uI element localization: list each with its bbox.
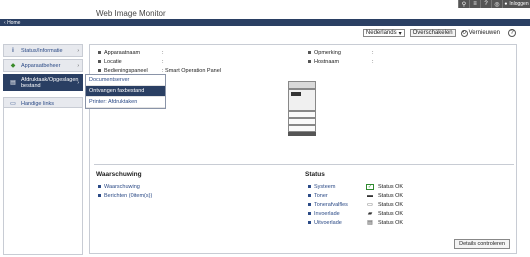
sidebar-item-print-job[interactable]: ▤ Afdruktaak/Opgeslagen bestand › <box>3 74 83 91</box>
info-row: Opmerking : <box>308 48 374 57</box>
bullet-icon <box>98 51 101 54</box>
bullet-icon <box>98 185 101 188</box>
status-link-output-tray[interactable]: Uitvoerlade <box>308 220 366 226</box>
status-list: Systeem ✓ Status OK Toner ▬ Status OK To… <box>308 182 403 227</box>
info-row: Apparaatnaam : <box>98 48 221 57</box>
status-value: Status OK <box>378 219 404 226</box>
details-button[interactable]: Details controleren <box>454 239 510 249</box>
help-icon[interactable]: ? <box>480 0 491 8</box>
status-row: Systeem ✓ Status OK <box>308 182 403 191</box>
messages-link[interactable]: Berichten (0item(s)) <box>98 191 152 200</box>
status-title: Status <box>305 171 325 178</box>
bullet-icon <box>98 194 101 197</box>
warning-title: Waarschuwing <box>96 171 142 178</box>
breadcrumb: ‹ Home <box>0 19 530 26</box>
section-divider <box>94 164 514 165</box>
status-value: Status OK <box>378 201 404 208</box>
status-row: Invoerlade ▰ Status OK <box>308 209 403 218</box>
device-info-right: Opmerking : Hostnaam : <box>308 48 374 66</box>
output-tray-icon: ▤ <box>367 220 373 226</box>
waste-toner-icon: ▭ <box>367 202 373 208</box>
help-circle-icon[interactable]: ? <box>508 29 516 37</box>
switch-button[interactable]: Overschakelen <box>409 29 456 37</box>
input-tray-icon: ▰ <box>367 211 373 217</box>
login-label: Inloggen <box>509 1 529 7</box>
status-link-input-tray[interactable]: Invoerlade <box>308 211 366 217</box>
status-value: Status OK <box>378 210 404 217</box>
chevron-down-icon: ▾ <box>398 30 402 37</box>
status-link-toner[interactable]: Toner <box>308 193 366 199</box>
printer-image <box>288 81 316 137</box>
submenu-item-document-server[interactable]: Documentserver <box>86 75 165 86</box>
info-row: Locatie : <box>98 57 221 66</box>
status-value: Status OK <box>378 183 404 190</box>
toner-icon: ▬ <box>367 192 373 199</box>
status-row: Uitvoerlade ▤ Status OK <box>308 218 403 227</box>
print-job-icon: ▤ <box>10 80 16 86</box>
bullet-icon <box>98 69 101 72</box>
sidebar-item-label: Afdruktaak/Opgeslagen bestand <box>21 76 79 89</box>
language-icon[interactable]: ◎ <box>491 0 502 8</box>
toolbar-icons: ⚲ ≡ ? ◎ ● Inloggen <box>458 0 530 8</box>
chevron-right-icon: › <box>77 62 79 69</box>
print-job-submenu: Documentserver Ontvangen faxbestand Prin… <box>85 74 166 109</box>
chevron-right-icon: › <box>77 47 79 54</box>
sidebar-item-label: Handige links <box>21 100 55 107</box>
info-icon: i <box>12 47 14 54</box>
bullet-icon <box>308 51 311 54</box>
user-icon: ● <box>504 1 508 7</box>
sidebar-panel <box>3 107 83 255</box>
refresh-label: Vernieuwen <box>468 30 500 36</box>
sidebar-item-device-management[interactable]: ◆ Apparaatbeheer › <box>3 59 83 72</box>
status-link-system[interactable]: Systeem <box>308 184 366 190</box>
warning-list: Waarschuwing Berichten (0item(s)) <box>98 182 152 200</box>
language-select[interactable]: Nederlands ▾ <box>362 29 405 37</box>
refresh-button[interactable]: ↻ Vernieuwen <box>460 29 500 37</box>
sidebar-item-status[interactable]: i Status/Informatie › <box>3 44 83 57</box>
bullet-icon <box>308 60 311 63</box>
login-button[interactable]: ● Inloggen <box>502 0 530 8</box>
device-info-left: Apparaatnaam : Locatie : Bedieningspanee… <box>98 48 221 75</box>
language-value: Nederlands <box>365 30 397 36</box>
app-title: Web Image Monitor <box>96 9 166 18</box>
device-management-icon: ◆ <box>10 63 16 69</box>
breadcrumb-home-link[interactable]: Home <box>7 20 20 26</box>
submenu-item-printer-jobs[interactable]: Printer: Afdruktaken <box>86 97 165 108</box>
status-row: Toner ▬ Status OK <box>308 191 403 200</box>
top-bar: Web Image Monitor ⚲ ≡ ? ◎ ● Inloggen <box>0 0 530 21</box>
list-icon[interactable]: ≡ <box>469 0 480 8</box>
warning-link[interactable]: Waarschuwing <box>98 182 152 191</box>
search-icon[interactable]: ⚲ <box>458 0 469 8</box>
refresh-icon: ↻ <box>460 29 468 37</box>
status-value: Status OK <box>378 192 404 199</box>
bullet-icon <box>98 60 101 63</box>
page-controls: Nederlands ▾ Overschakelen ↻ Vernieuwen … <box>362 29 516 37</box>
info-row: Hostnaam : <box>308 57 374 66</box>
status-link-waste-toner[interactable]: Tonerafvalfles <box>308 202 366 208</box>
sidebar: i Status/Informatie › ◆ Apparaatbeheer ›… <box>3 44 83 112</box>
chevron-right-icon: › <box>77 79 79 86</box>
sidebar-item-label: Status/Informatie <box>21 47 63 54</box>
status-row: Tonerafvalfles ▭ Status OK <box>308 200 403 209</box>
ok-check-icon: ✓ <box>366 183 374 190</box>
submenu-item-received-fax[interactable]: Ontvangen faxbestand <box>86 86 165 97</box>
sidebar-item-label: Apparaatbeheer <box>21 62 61 69</box>
